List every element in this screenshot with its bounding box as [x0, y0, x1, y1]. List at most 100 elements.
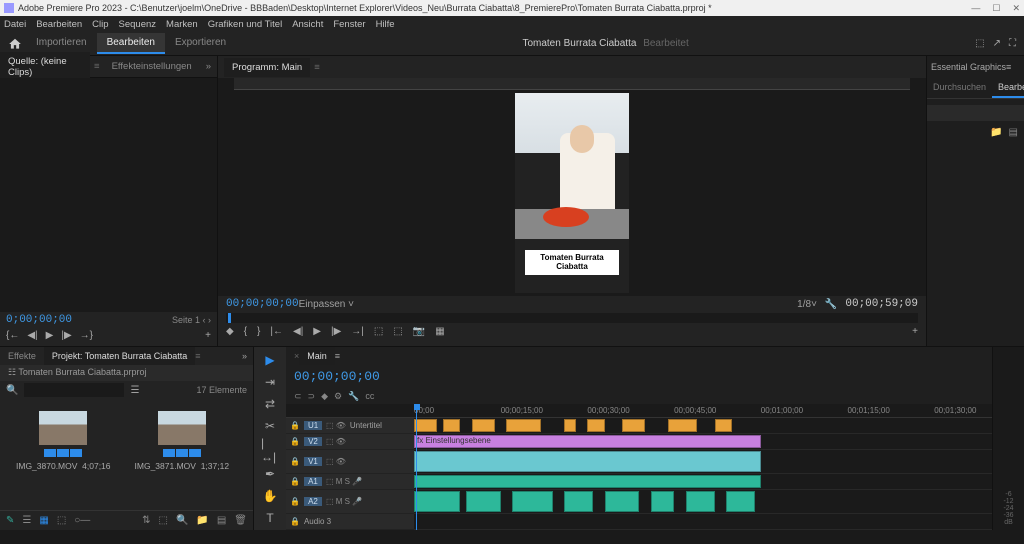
workspace-bar: Importieren Bearbeiten Exportieren Tomat… — [0, 32, 1024, 56]
goto-in-icon[interactable]: |← — [270, 326, 283, 337]
essential-graphics-tab[interactable]: Essential Graphics — [931, 62, 1006, 72]
timeline-tracks-area[interactable]: 00;00 00;00;15;00 00;00;30;00 00;00;45;0… — [414, 404, 992, 530]
marker-icon[interactable]: ◆ — [226, 326, 234, 337]
mark-in-icon[interactable]: {← — [6, 330, 19, 341]
ripple-tool-icon[interactable]: ⇄ — [261, 397, 279, 411]
project-panel-tab[interactable]: Projekt: Tomaten Burrata Ciabatta — [44, 347, 195, 365]
menu-sequenz[interactable]: Sequenz — [119, 19, 157, 30]
program-monitor-viewport[interactable]: Tomaten Burrata Ciabatta — [218, 90, 926, 296]
menu-clip[interactable]: Clip — [92, 19, 108, 30]
goto-out-icon[interactable]: →| — [351, 326, 364, 337]
play-icon[interactable]: ▶ — [313, 326, 321, 337]
play-icon[interactable]: ▶ — [46, 330, 54, 341]
hand-tool-icon[interactable]: ✋ — [261, 489, 279, 503]
type-tool-icon[interactable]: T — [261, 511, 279, 525]
menu-bearbeiten[interactable]: Bearbeiten — [36, 19, 82, 30]
marker-add-icon[interactable]: ◆ — [321, 391, 328, 402]
add-button-icon[interactable]: + — [205, 330, 211, 341]
pen-tool-icon[interactable]: ✒ — [261, 467, 279, 481]
menubar: Datei Bearbeiten Clip Sequenz Marken Gra… — [0, 16, 1024, 32]
out-icon[interactable]: } — [257, 326, 260, 337]
workspace-tab-export[interactable]: Exportieren — [165, 33, 236, 54]
effects-panel-tab[interactable]: Effekte — [0, 347, 44, 365]
effect-controls-tab[interactable]: Effekteinstellungen — [104, 57, 200, 76]
in-icon[interactable]: { — [244, 326, 247, 337]
sequence-tab[interactable]: Main — [299, 347, 335, 365]
export-frame-icon[interactable]: 📷 — [413, 326, 425, 337]
settings-icon[interactable]: ⚙ — [334, 391, 342, 402]
program-ruler-horizontal[interactable] — [234, 78, 910, 90]
share-icon[interactable]: ↗ — [993, 38, 1001, 49]
list-view-icon[interactable]: ☰ — [22, 515, 31, 526]
graphics-edit-tab[interactable]: Bearbeı — [992, 78, 1024, 98]
new-bin-icon[interactable]: 📁 — [196, 515, 208, 526]
adjustment-layer-clip: fx Einstellungsebene — [414, 435, 761, 448]
menu-fenster[interactable]: Fenster — [333, 19, 365, 30]
home-icon[interactable] — [8, 37, 22, 51]
bin-icon[interactable]: ☷ — [8, 367, 16, 377]
button-editor-icon[interactable]: + — [912, 326, 918, 337]
new-item-icon[interactable]: ▤ — [217, 515, 226, 526]
source-monitor-viewport[interactable] — [0, 78, 217, 312]
program-panel-tab[interactable]: Programm: Main — [224, 58, 310, 77]
media-item[interactable]: IMG_3871.MOV 1;37;12 — [135, 411, 230, 498]
menu-hilfe[interactable]: Hilfe — [376, 19, 395, 30]
track-select-tool-icon[interactable]: ⇥ — [261, 375, 279, 389]
lift-icon[interactable]: ⬚ — [374, 326, 383, 337]
folder-icon[interactable]: 📁 — [990, 127, 1002, 138]
razor-tool-icon[interactable]: ✂ — [261, 419, 279, 433]
icon-view-icon[interactable]: ▦ — [39, 515, 48, 526]
step-back-icon[interactable]: ◀| — [27, 330, 37, 341]
audio-meter: -6-12-24-36 dB — [992, 347, 1024, 530]
wrench-icon[interactable]: 🔧 — [825, 299, 837, 310]
delete-icon[interactable]: 🗑 — [234, 515, 247, 526]
item-count: 17 Elemente — [196, 385, 247, 395]
menu-grafiken[interactable]: Grafiken und Titel — [208, 19, 282, 30]
project-search-input[interactable] — [24, 383, 124, 397]
extract-icon[interactable]: ⬚ — [393, 326, 402, 337]
quick-export-icon[interactable]: ⬚ — [975, 38, 984, 49]
step-forward-icon[interactable]: |▶ — [61, 330, 71, 341]
source-timecode[interactable]: 0;00;00;00 — [6, 314, 72, 326]
project-breadcrumb[interactable]: Tomaten Burrata Ciabatta.prproj — [18, 367, 146, 377]
mark-out-icon[interactable]: →} — [80, 330, 93, 341]
write-icon[interactable]: ✎ — [6, 515, 14, 526]
timeline-playhead[interactable] — [416, 404, 417, 530]
zoom-level[interactable]: 1/8 — [797, 299, 811, 310]
zoom-slider[interactable]: ○— — [74, 515, 90, 526]
filter-icon[interactable]: ☰ — [130, 385, 139, 396]
program-timecode-in[interactable]: 00;00;00;00 — [226, 298, 299, 310]
minimize-button[interactable]: — — [971, 3, 980, 14]
fit-dropdown[interactable]: Einpassen — [299, 299, 346, 310]
menu-datei[interactable]: Datei — [4, 19, 26, 30]
media-item[interactable]: IMG_3870.MOV 4;07;16 — [16, 411, 111, 498]
cc-icon[interactable]: cc — [365, 391, 374, 401]
graphics-browse-tab[interactable]: Durchsuchen — [927, 78, 992, 98]
freeform-view-icon[interactable]: ⬚ — [57, 515, 66, 526]
auto-sequence-icon[interactable]: ⬚ — [158, 515, 167, 526]
selection-tool-icon[interactable]: ▶ — [261, 353, 279, 367]
maximize-button[interactable]: ☐ — [992, 3, 1000, 14]
project-bin-grid[interactable]: IMG_3870.MOV 4;07;16 IMG_3871.MOV 1;37;1… — [0, 399, 253, 510]
source-panel-tab[interactable]: Quelle: (keine Clips) — [0, 52, 90, 82]
layer-icon[interactable]: ▤ — [1009, 127, 1018, 138]
snap-icon[interactable]: ⊂ — [294, 391, 302, 402]
workspace-tab-edit[interactable]: Bearbeiten — [97, 33, 165, 54]
panel-overflow-icon[interactable]: » — [200, 61, 217, 72]
fullscreen-icon[interactable]: ⛶ — [1009, 38, 1016, 49]
wrench-icon[interactable]: 🔧 — [348, 391, 359, 402]
step-back-icon[interactable]: ◀| — [293, 326, 303, 337]
comparison-icon[interactable]: ▦ — [435, 326, 444, 337]
sort-icon[interactable]: ⇅ — [142, 515, 150, 526]
slip-tool-icon[interactable]: |↔| — [261, 441, 279, 459]
linked-selection-icon[interactable]: ⊃ — [308, 391, 316, 402]
find-icon[interactable]: 🔍 — [176, 515, 188, 526]
close-button[interactable]: ✕ — [1012, 3, 1020, 14]
search-icon: 🔍 — [6, 385, 18, 396]
menu-marken[interactable]: Marken — [166, 19, 198, 30]
menu-ansicht[interactable]: Ansicht — [292, 19, 323, 30]
step-forward-icon[interactable]: |▶ — [331, 326, 341, 337]
program-mini-timeline[interactable] — [226, 313, 918, 323]
timeline-timecode[interactable]: 00;00;00;00 — [294, 369, 380, 384]
timeline-ruler[interactable]: 00;00 00;00;15;00 00;00;30;00 00;00;45;0… — [414, 404, 992, 418]
